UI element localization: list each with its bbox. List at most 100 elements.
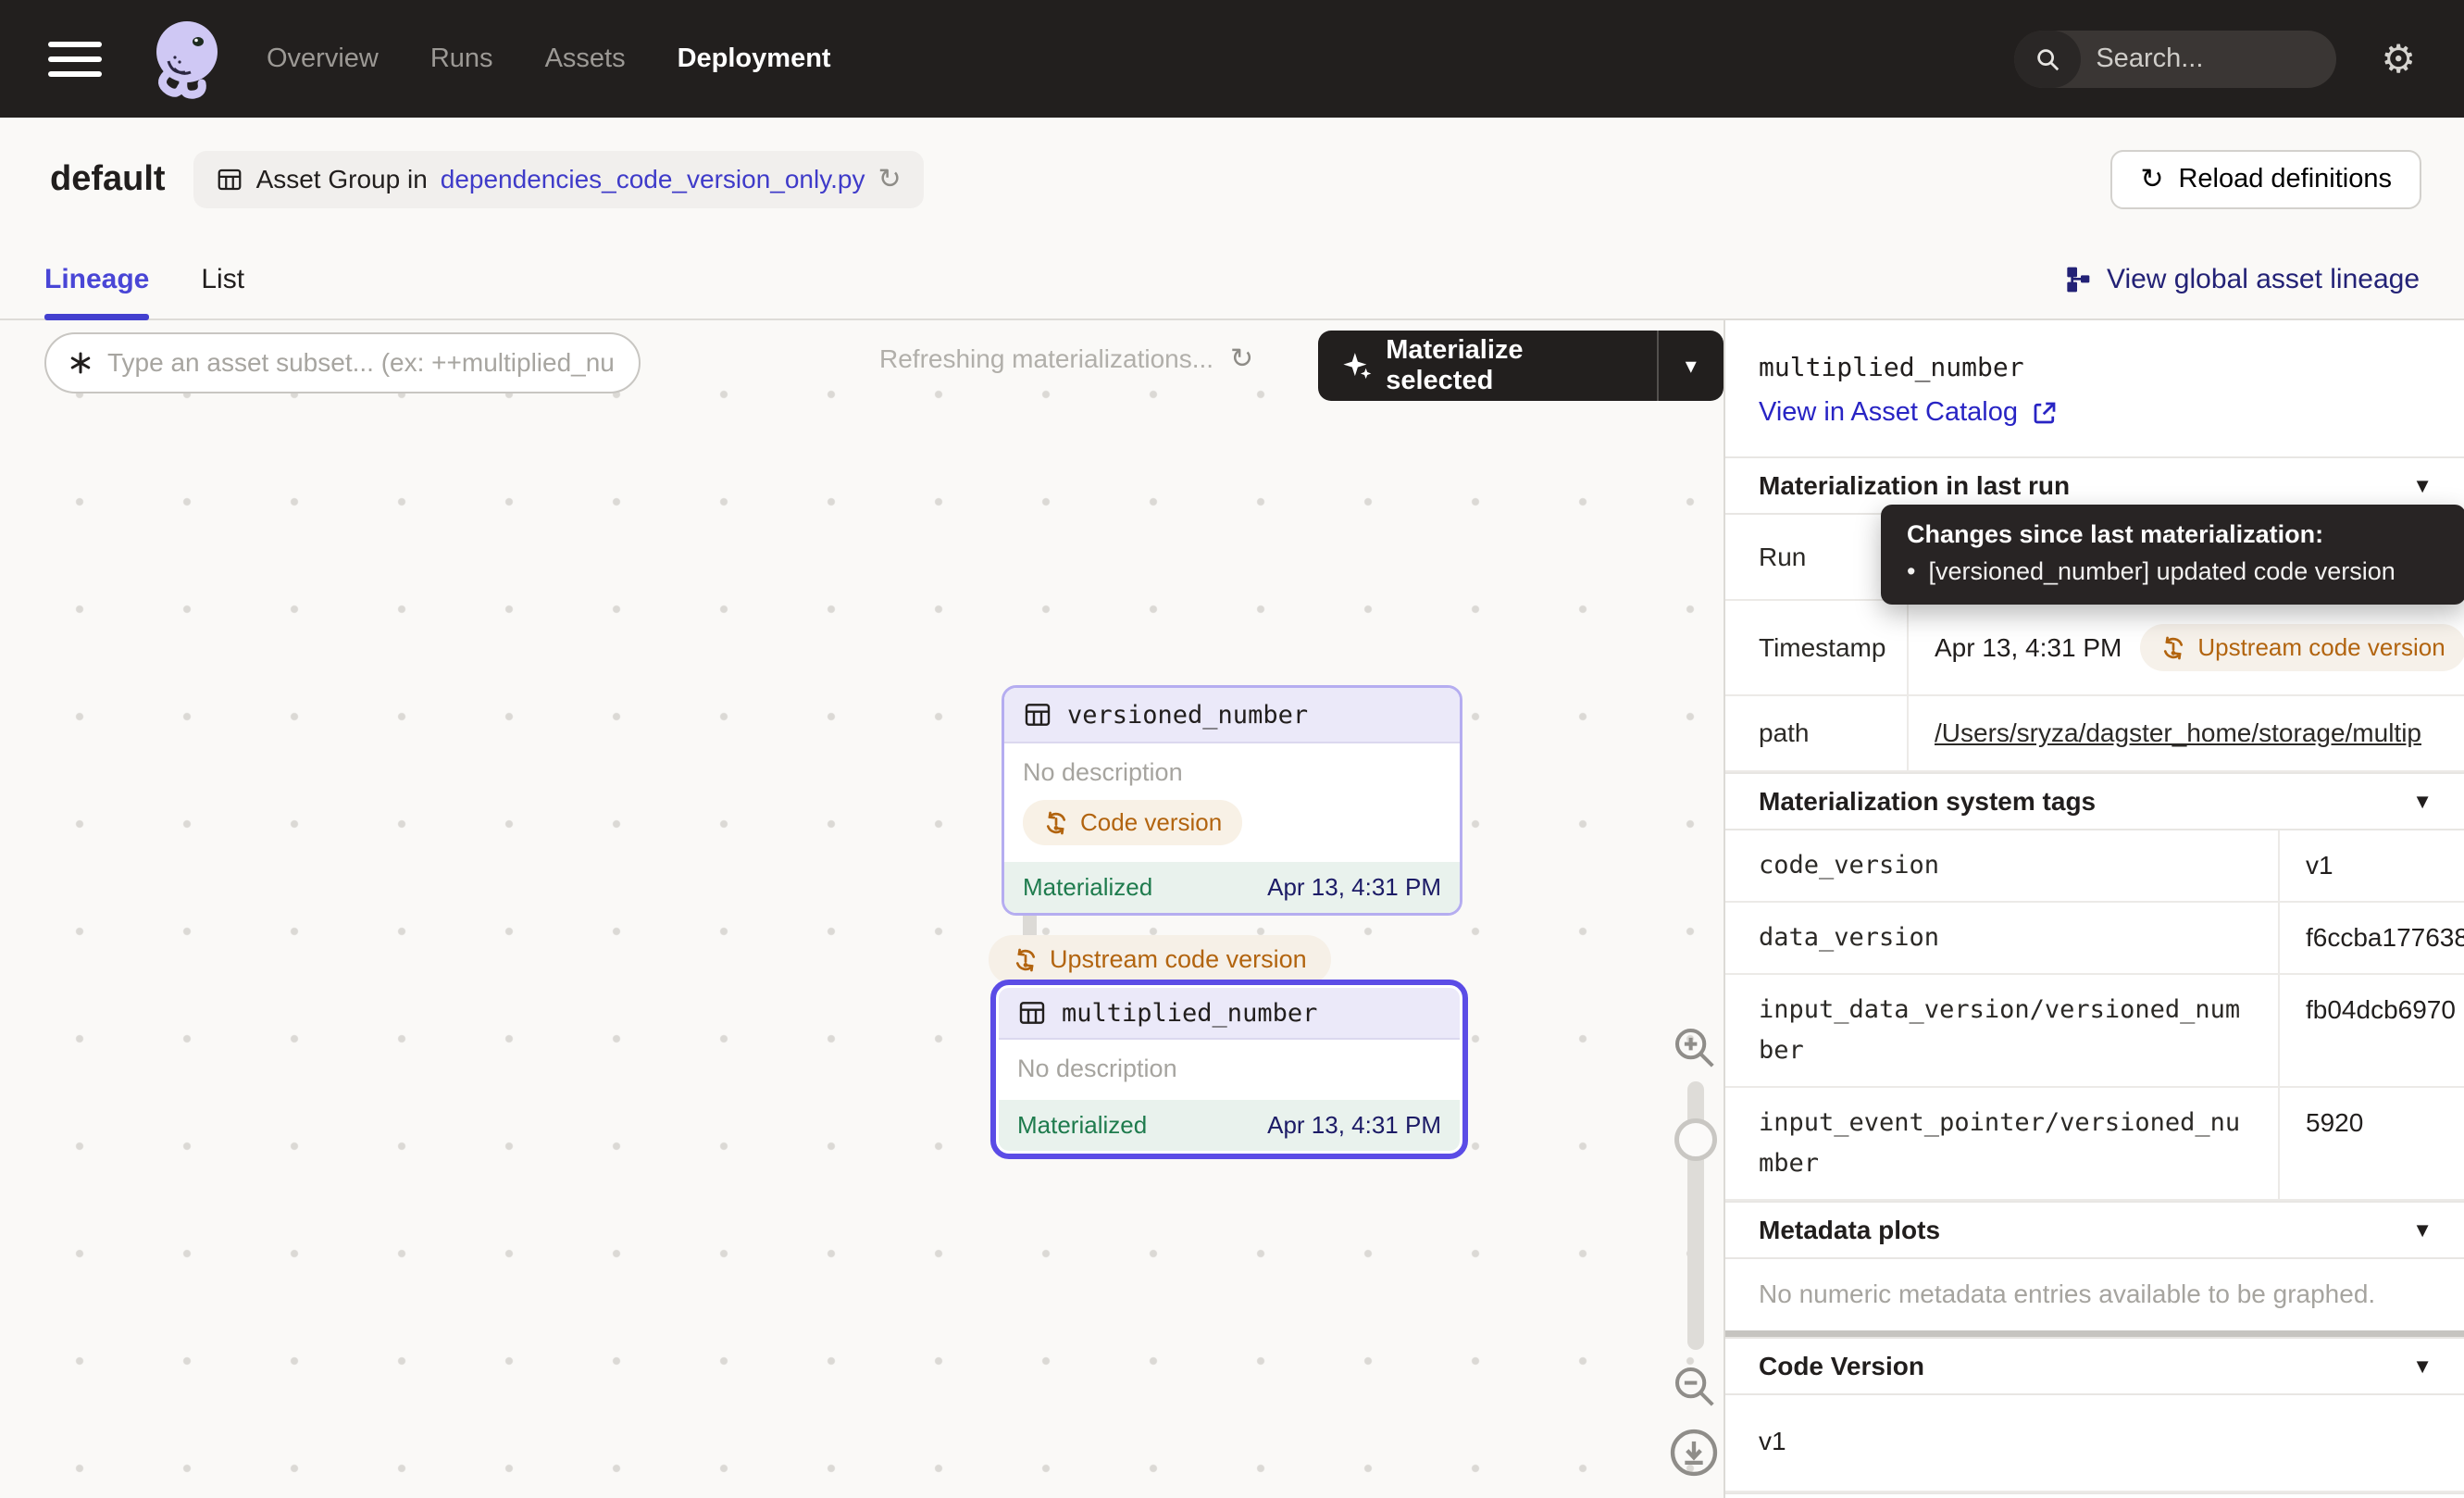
metadata-plots-empty-message: No numeric metadata entries available to…	[1725, 1259, 2464, 1330]
materialized-timestamp[interactable]: Apr 13, 4:31 PM	[1267, 873, 1441, 902]
collapse-caret-icon[interactable]: ▼	[2412, 1354, 2433, 1379]
dagster-logo-icon[interactable]	[146, 17, 222, 102]
code-version-changed-icon	[1013, 947, 1039, 973]
lineage-canvas[interactable]: Refreshing materializations... ↻ Materia…	[0, 320, 1724, 1498]
sparkle-icon	[1342, 350, 1373, 381]
tag-value: f6ccba177638	[2280, 903, 2464, 973]
section-heading: Metadata plots	[1759, 1216, 1940, 1245]
hamburger-menu-icon[interactable]	[48, 42, 102, 77]
tooltip-heading: Changes since last materialization:	[1907, 520, 2440, 549]
bullet-icon: •	[1907, 557, 1915, 586]
tag-value: 5920	[2280, 1088, 2464, 1199]
view-global-asset-lineage-link[interactable]: View global asset lineage	[2062, 264, 2420, 295]
refreshing-status: Refreshing materializations... ↻	[879, 344, 1253, 374]
timestamp-row: Timestamp Apr 13, 4:31 PM Upstream code …	[1725, 601, 2464, 696]
section-code-version[interactable]: Code Version ▼	[1725, 1337, 2464, 1395]
asset-group-label: Asset Group in	[256, 165, 428, 194]
settings-gear-icon[interactable]: ⚙	[2381, 40, 2416, 79]
asset-status-footer: Materialized Apr 13, 4:31 PM	[1004, 862, 1460, 913]
upstream-tag-label: Upstream code version	[1050, 945, 1307, 974]
upstream-code-version-badge[interactable]: Upstream code version	[2140, 624, 2464, 671]
path-row: path /Users/sryza/dagster_home/storage/m…	[1725, 696, 2464, 772]
asset-details-panel: multiplied_number View in Asset Catalog …	[1724, 320, 2464, 1498]
global-search[interactable]: /	[2014, 31, 2336, 88]
section-divider	[1725, 1330, 2464, 1337]
materialize-dropdown-button[interactable]: ▾	[1657, 331, 1724, 401]
tag-key: input_data_version/versioned_number	[1725, 975, 2280, 1086]
materialize-label: Materialize selected	[1386, 335, 1632, 396]
dagster-app: Overview Runs Assets Deployment / ⚙ defa…	[0, 0, 2464, 1498]
nav-item-overview[interactable]: Overview	[267, 44, 379, 74]
code-version-tag[interactable]: Code version	[1023, 800, 1242, 845]
materialize-selected-button[interactable]: Materialize selected ▾	[1318, 331, 1724, 401]
changes-tooltip: Changes since last materialization: • [v…	[1881, 505, 2464, 605]
reload-definitions-label: Reload definitions	[2178, 164, 2392, 194]
panel-asset-title: multiplied_number	[1759, 352, 2464, 382]
asset-node-header: versioned_number	[1004, 688, 1460, 743]
zoom-in-icon[interactable]	[1669, 1022, 1719, 1072]
section-system-tags[interactable]: Materialization system tags ▼	[1725, 772, 2464, 830]
view-in-asset-catalog-link[interactable]: View in Asset Catalog	[1759, 397, 2464, 428]
main-area: Refreshing materializations... ↻ Materia…	[0, 320, 2464, 1498]
section-heading: Materialization in last run	[1759, 471, 2070, 501]
asset-subset-input[interactable]	[107, 348, 618, 378]
badge-label: Upstream code version	[2197, 633, 2445, 662]
nav-item-deployment[interactable]: Deployment	[678, 44, 831, 74]
collapse-caret-icon[interactable]: ▼	[2412, 474, 2433, 498]
search-input[interactable]	[2081, 44, 2336, 74]
row-label: path	[1725, 696, 1909, 770]
tab-lineage[interactable]: Lineage	[44, 241, 149, 318]
tag-key: input_event_pointer/versioned_number	[1725, 1088, 2280, 1199]
zoom-slider-handle[interactable]	[1674, 1118, 1717, 1161]
code-version-changed-icon	[2160, 635, 2186, 661]
asset-node-multiplied-number[interactable]: multiplied_number No description Materia…	[990, 980, 1468, 1159]
chevron-down-icon: ▾	[1686, 353, 1697, 380]
asset-name: multiplied_number	[1062, 999, 1317, 1028]
tag-row: data_version f6ccba177638	[1725, 903, 2464, 975]
zoom-out-icon[interactable]	[1669, 1361, 1719, 1411]
collapse-caret-icon[interactable]: ▼	[2412, 1218, 2433, 1242]
section-heading: Materialization system tags	[1759, 787, 2096, 817]
code-version-changed-icon	[1043, 810, 1069, 836]
collapse-caret-icon[interactable]: ▼	[2412, 790, 2433, 814]
page-header: default Asset Group in dependencies_code…	[0, 118, 2464, 241]
asset-table-icon	[216, 166, 243, 193]
top-nav-bar: Overview Runs Assets Deployment / ⚙	[0, 0, 2464, 118]
row-label: Timestamp	[1725, 601, 1909, 694]
section-config[interactable]: Config	[1725, 1492, 2464, 1498]
primary-nav: Overview Runs Assets Deployment	[267, 44, 831, 74]
page-title: default	[50, 159, 166, 199]
asset-table-icon	[1017, 998, 1047, 1028]
code-version-tag-label: Code version	[1080, 808, 1222, 837]
path-link[interactable]: /Users/sryza/dagster_home/storage/multip	[1935, 718, 2421, 748]
asset-group-file-link[interactable]: dependencies_code_version_only.py	[441, 165, 865, 194]
section-metadata-plots[interactable]: Metadata plots ▼	[1725, 1201, 2464, 1259]
download-view-icon[interactable]	[1667, 1426, 1721, 1479]
timestamp-value[interactable]: Apr 13, 4:31 PM	[1935, 633, 2122, 663]
asset-subset-filter[interactable]	[44, 332, 641, 393]
upstream-code-version-tag[interactable]: Upstream code version	[989, 935, 1331, 984]
nav-item-runs[interactable]: Runs	[430, 44, 493, 74]
tag-row: input_event_pointer/versioned_number 592…	[1725, 1088, 2464, 1201]
reload-icon: ↻	[2140, 166, 2163, 193]
asset-node-versioned-number[interactable]: versioned_number No description Code ver…	[1002, 685, 1462, 916]
refresh-icon[interactable]: ↻	[877, 166, 901, 193]
tabs-bar: Lineage List View global asset lineage	[0, 241, 2464, 320]
tab-list[interactable]: List	[201, 241, 244, 318]
external-link-icon	[2031, 399, 2059, 427]
search-icon	[2014, 31, 2081, 88]
section-heading: Code Version	[1759, 1352, 1924, 1381]
nav-item-assets[interactable]: Assets	[545, 44, 626, 74]
materialized-timestamp[interactable]: Apr 13, 4:31 PM	[1267, 1111, 1441, 1140]
tag-key: data_version	[1725, 903, 2280, 973]
tag-value: v1	[2280, 830, 2464, 901]
reload-definitions-button[interactable]: ↻ Reload definitions	[2110, 150, 2421, 209]
asset-group-badge[interactable]: Asset Group in dependencies_code_version…	[193, 151, 924, 208]
refreshing-label: Refreshing materializations...	[879, 344, 1213, 374]
tooltip-item-text: [versioned_number] updated code version	[1928, 557, 2395, 586]
materialized-status: Materialized	[1023, 873, 1152, 902]
refreshing-spinner-icon[interactable]: ↻	[1230, 345, 1253, 373]
code-version-value: v1	[1725, 1395, 2464, 1492]
tag-row: code_version v1	[1725, 830, 2464, 903]
tag-key: code_version	[1725, 830, 2280, 901]
